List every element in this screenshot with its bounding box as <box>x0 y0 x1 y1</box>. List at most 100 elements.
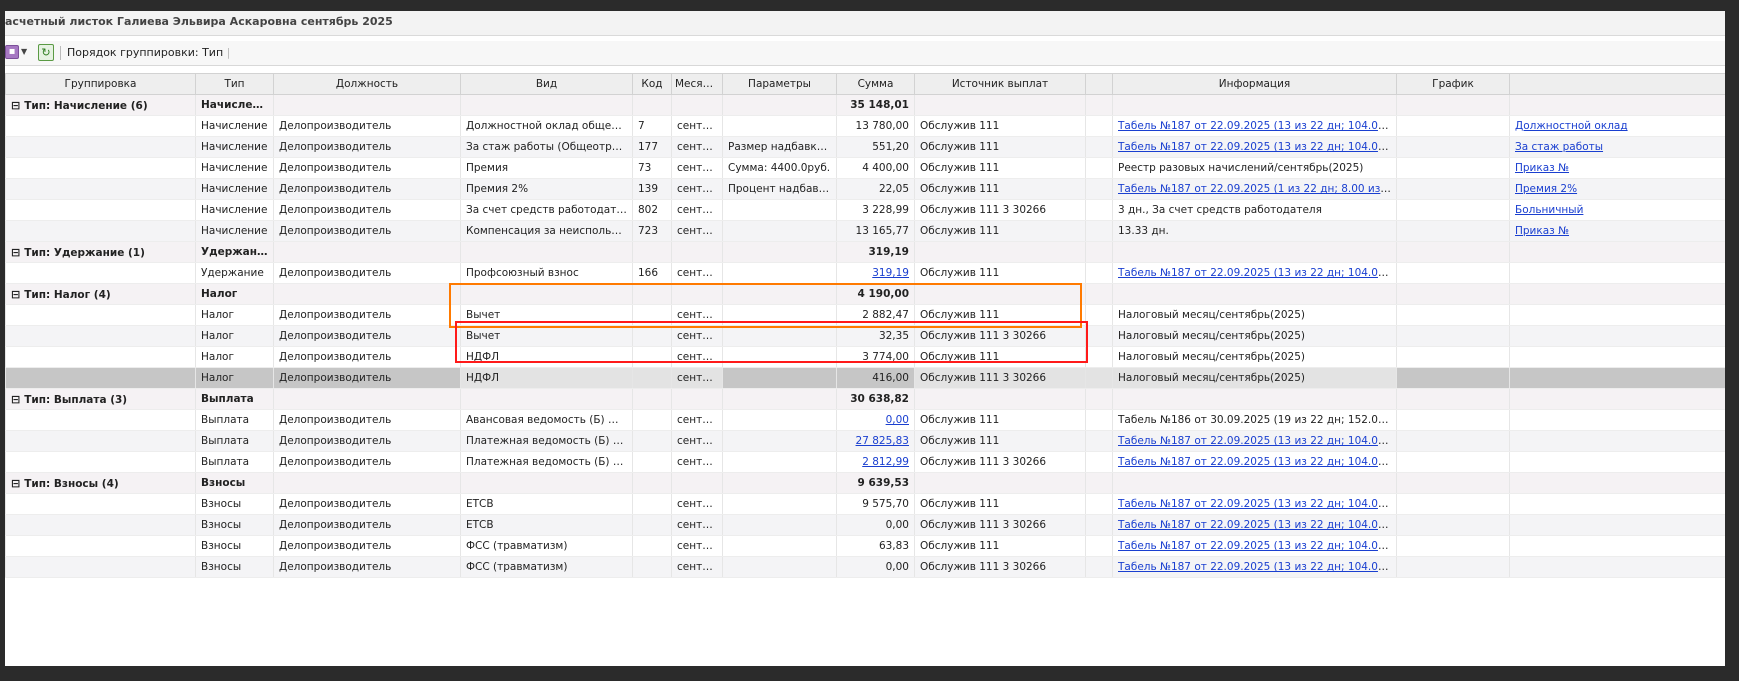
sum-cell[interactable]: 319,19 <box>836 262 915 284</box>
table-row[interactable]: Выплата Делопроизводитель Авансовая ведомо… <box>5 409 1725 431</box>
info-value[interactable]: Табель №187 от 22.09.2025 (13 из 22 дн; … <box>1118 456 1397 468</box>
info-value[interactable]: Табель №187 от 22.09.2025 (13 из 22 дн; … <box>1118 498 1397 510</box>
table-row[interactable]: Начисление Делопроизводитель Компенсация з… <box>5 220 1725 242</box>
column-header-code[interactable]: Код <box>632 73 672 95</box>
table-row[interactable]: Начисление Делопроизводитель За счет средс… <box>5 199 1725 221</box>
group-row[interactable]: ⊟ Тип: Выплата (3) Выплата 30 638,82 <box>5 388 1725 410</box>
source-cell: Обслужив 111 <box>914 493 1086 515</box>
table-row[interactable]: Выплата Делопроизводитель Платежная ведомо… <box>5 451 1725 473</box>
table-row[interactable]: Начисление Делопроизводитель За стаж работ… <box>5 136 1725 158</box>
group-empty-cell <box>273 283 461 305</box>
info-cell[interactable]: Табель №187 от 22.09.2025 (13 из 22 дн; … <box>1112 535 1397 557</box>
table-row[interactable]: Взносы Делопроизводитель ФСС (травматизм) с… <box>5 556 1725 578</box>
group-empty-cell <box>1396 94 1510 116</box>
grouping-order[interactable]: Порядок группировки: Тип | <box>67 46 230 59</box>
column-header-schedule[interactable]: График <box>1396 73 1510 95</box>
group-row[interactable]: ⊟ Тип: Взносы (4) Взносы 9 639,53 <box>5 472 1725 494</box>
refresh-button[interactable]: ↻ <box>38 44 54 61</box>
collapse-toggle-icon[interactable]: ⊟ <box>11 477 20 490</box>
info-value[interactable]: Табель №187 от 22.09.2025 (13 из 22 дн; … <box>1118 267 1397 279</box>
group-label-cell[interactable]: ⊟ Тип: Выплата (3) <box>5 388 196 410</box>
column-header-source[interactable]: Источник выплат <box>914 73 1086 95</box>
extra-cell <box>1509 493 1725 515</box>
column-header-sum[interactable]: Сумма <box>836 73 915 95</box>
column-header-info[interactable]: Информация <box>1112 73 1397 95</box>
column-header-blank[interactable] <box>1085 73 1113 95</box>
table-row[interactable]: Начисление Делопроизводитель Премия 73 сентя… <box>5 157 1725 179</box>
table-row[interactable]: Налог Делопроизводитель НДФЛ сентяб... 3 774… <box>5 346 1725 368</box>
info-value[interactable]: Табель №187 от 22.09.2025 (1 из 22 дн; 8… <box>1118 183 1397 195</box>
type-cell: Взносы <box>195 514 274 536</box>
group-label-cell[interactable]: ⊟ Тип: Налог (4) <box>5 283 196 305</box>
group-row[interactable]: ⊟ Тип: Налог (4) Налог 4 190,00 <box>5 283 1725 305</box>
table-row[interactable]: Начисление Делопроизводитель Должностной о… <box>5 115 1725 137</box>
extra-cell[interactable]: За стаж работы <box>1509 136 1725 158</box>
info-cell[interactable]: Табель №187 от 22.09.2025 (13 из 22 дн; … <box>1112 136 1397 158</box>
extra-cell[interactable]: Премия 2% <box>1509 178 1725 200</box>
table-row[interactable]: Налог Делопроизводитель НДФЛ сентяб... 416,0… <box>5 367 1725 389</box>
info-value: Налоговый месяц/сентябрь(2025) <box>1118 309 1305 321</box>
column-header-grouping[interactable]: Группировка <box>5 73 196 95</box>
info-cell[interactable]: Табель №187 от 22.09.2025 (1 из 22 дн; 8… <box>1112 178 1397 200</box>
info-value[interactable]: Табель №187 от 22.09.2025 (13 из 22 дн; … <box>1118 561 1397 573</box>
code-cell: 7 <box>632 115 672 137</box>
group-row[interactable]: ⊟ Тип: Начисление (6) Начисление 35 148,01 <box>5 94 1725 116</box>
type-cell: Налог <box>195 304 274 326</box>
sum-value[interactable]: 0,00 <box>886 414 909 426</box>
column-header-position[interactable]: Должность <box>273 73 461 95</box>
table-row[interactable]: Начисление Делопроизводитель Премия 2% 139 с… <box>5 178 1725 200</box>
menu-button[interactable]: ▪ ▼ <box>5 44 29 61</box>
table-row[interactable]: Налог Делопроизводитель Вычет сентяб... 2 88… <box>5 304 1725 326</box>
table-row[interactable]: Удержание Делопроизводитель Профсоюзный вз… <box>5 262 1725 284</box>
column-header-month[interactable]: Месяц ... <box>671 73 723 95</box>
group-empty-cell <box>1085 241 1113 263</box>
grouping-cell <box>5 514 196 536</box>
info-cell[interactable]: Табель №187 от 22.09.2025 (13 из 22 дн; … <box>1112 493 1397 515</box>
info-cell[interactable]: Табель №187 от 22.09.2025 (13 из 22 дн; … <box>1112 115 1397 137</box>
month-cell: сентяб... <box>671 367 723 389</box>
info-value[interactable]: Табель №187 от 22.09.2025 (13 из 22 дн; … <box>1118 435 1397 447</box>
sum-cell[interactable]: 27 825,83 <box>836 430 915 452</box>
info-value[interactable]: Табель №187 от 22.09.2025 (13 из 22 дн; … <box>1118 141 1397 153</box>
sum-value[interactable]: 27 825,83 <box>856 435 909 447</box>
sum-value[interactable]: 319,19 <box>872 267 909 279</box>
column-header-params[interactable]: Параметры <box>722 73 837 95</box>
column-header-extra[interactable] <box>1509 73 1725 95</box>
info-cell[interactable]: Табель №187 от 22.09.2025 (13 из 22 дн; … <box>1112 430 1397 452</box>
info-cell[interactable]: Табель №187 от 22.09.2025 (13 из 22 дн; … <box>1112 451 1397 473</box>
info-cell[interactable]: Табель №187 от 22.09.2025 (13 из 22 дн; … <box>1112 556 1397 578</box>
params-cell <box>722 367 837 389</box>
info-value[interactable]: Табель №187 от 22.09.2025 (13 из 22 дн; … <box>1118 540 1397 552</box>
info-value[interactable]: Табель №187 от 22.09.2025 (13 из 22 дн; … <box>1118 120 1397 132</box>
table-row[interactable]: Взносы Делопроизводитель ФСС (травматизм) с… <box>5 535 1725 557</box>
column-header-type[interactable]: Тип <box>195 73 274 95</box>
column-header-kind[interactable]: Вид <box>460 73 633 95</box>
info-cell[interactable]: Табель №187 от 22.09.2025 (13 из 22 дн; … <box>1112 514 1397 536</box>
collapse-toggle-icon[interactable]: ⊟ <box>11 393 20 406</box>
table-row[interactable]: Налог Делопроизводитель Вычет сентяб... 32,3… <box>5 325 1725 347</box>
sum-value[interactable]: 2 812,99 <box>862 456 909 468</box>
collapse-toggle-icon[interactable]: ⊟ <box>11 288 20 301</box>
table-row[interactable]: Выплата Делопроизводитель Платежная ведомо… <box>5 430 1725 452</box>
collapse-toggle-icon[interactable]: ⊟ <box>11 99 20 112</box>
group-label-cell[interactable]: ⊟ Тип: Взносы (4) <box>5 472 196 494</box>
extra-cell[interactable]: Больничный <box>1509 199 1725 221</box>
group-empty-cell <box>1112 283 1397 305</box>
source-cell: Обслужив 111 <box>914 430 1086 452</box>
sum-cell[interactable]: 0,00 <box>836 409 915 431</box>
extra-cell[interactable]: Должностной оклад <box>1509 115 1725 137</box>
source-cell: Обслужив 111 <box>914 115 1086 137</box>
group-label-cell[interactable]: ⊟ Тип: Удержание (1) <box>5 241 196 263</box>
table-row[interactable]: Взносы Делопроизводитель ЕТСВ сентяб... 9 57… <box>5 493 1725 515</box>
info-value[interactable]: Табель №187 от 22.09.2025 (13 из 22 дн; … <box>1118 519 1397 531</box>
group-label-cell[interactable]: ⊟ Тип: Начисление (6) <box>5 94 196 116</box>
extra-cell[interactable]: Приказ № <box>1509 157 1725 179</box>
collapse-toggle-icon[interactable]: ⊟ <box>11 246 20 259</box>
extra-cell[interactable]: Приказ № <box>1509 220 1725 242</box>
type-cell: Начисление <box>195 220 274 242</box>
sum-cell[interactable]: 2 812,99 <box>836 451 915 473</box>
group-empty-cell <box>273 388 461 410</box>
table-row[interactable]: Взносы Делопроизводитель ЕТСВ сентяб... 0,00… <box>5 514 1725 536</box>
info-cell[interactable]: Табель №187 от 22.09.2025 (13 из 22 дн; … <box>1112 262 1397 284</box>
group-row[interactable]: ⊟ Тип: Удержание (1) Удержание 319,19 <box>5 241 1725 263</box>
